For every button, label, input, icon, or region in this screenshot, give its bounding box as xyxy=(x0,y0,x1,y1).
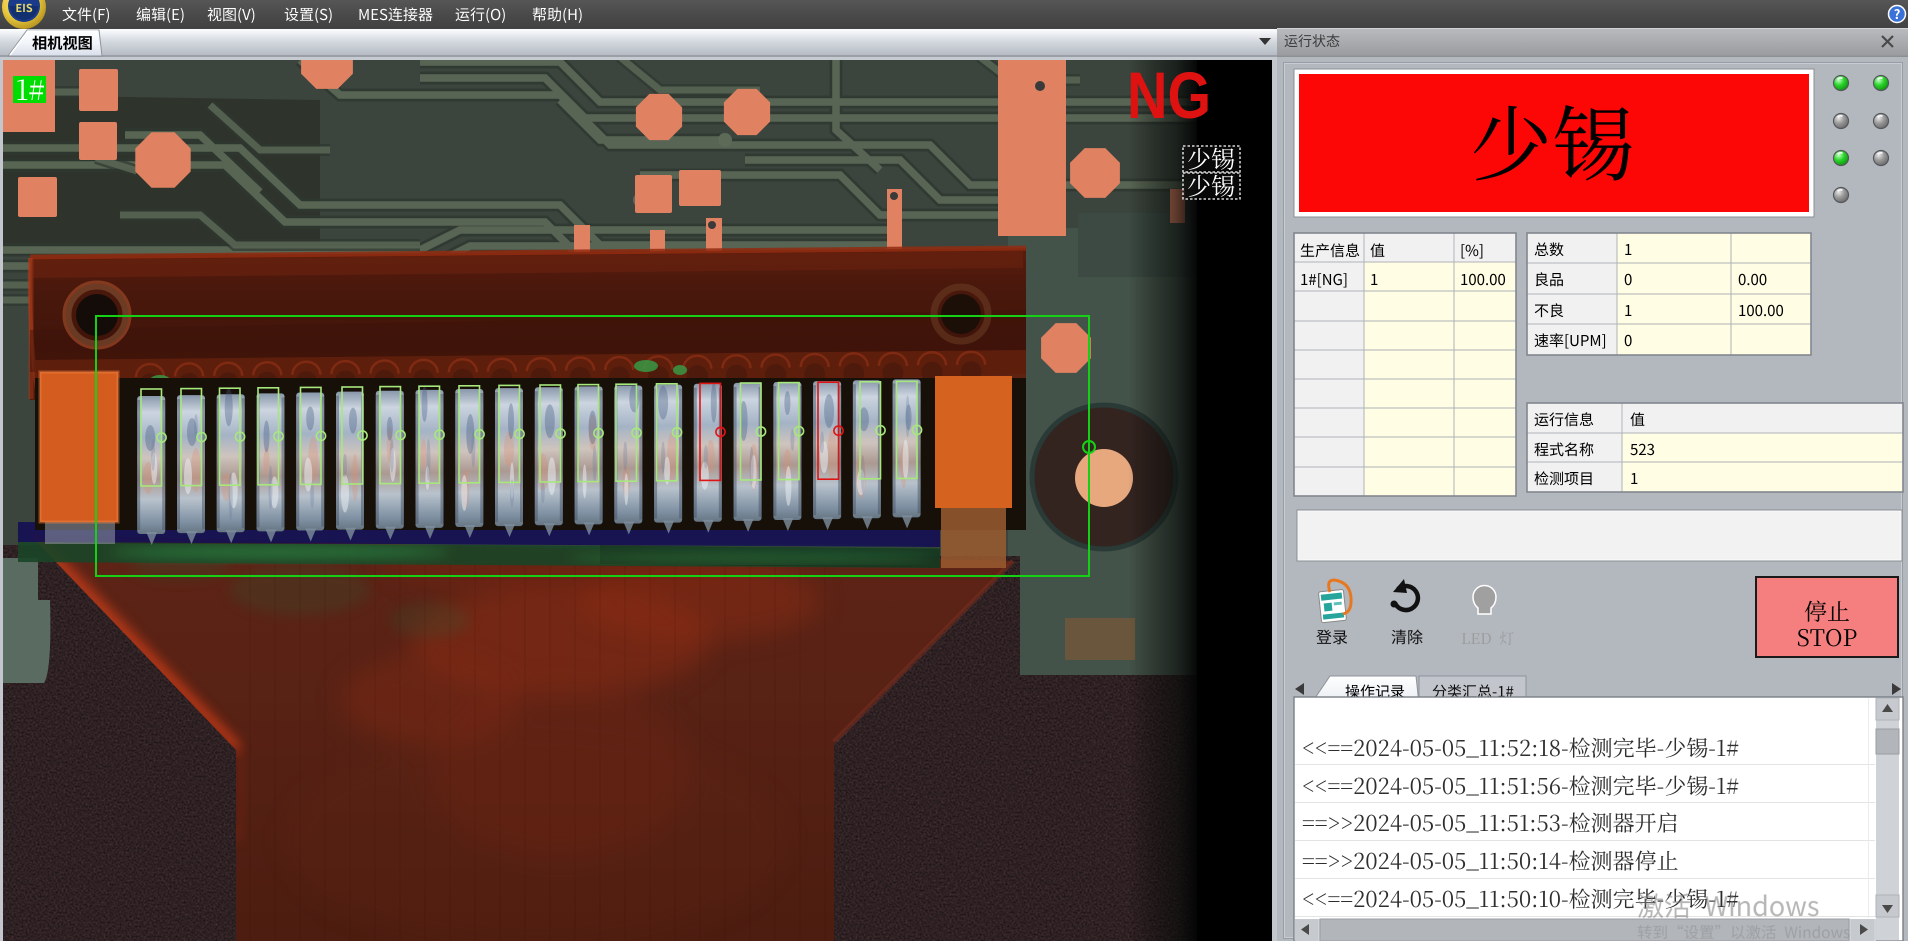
svg-text:NG: NG xyxy=(1127,60,1211,132)
